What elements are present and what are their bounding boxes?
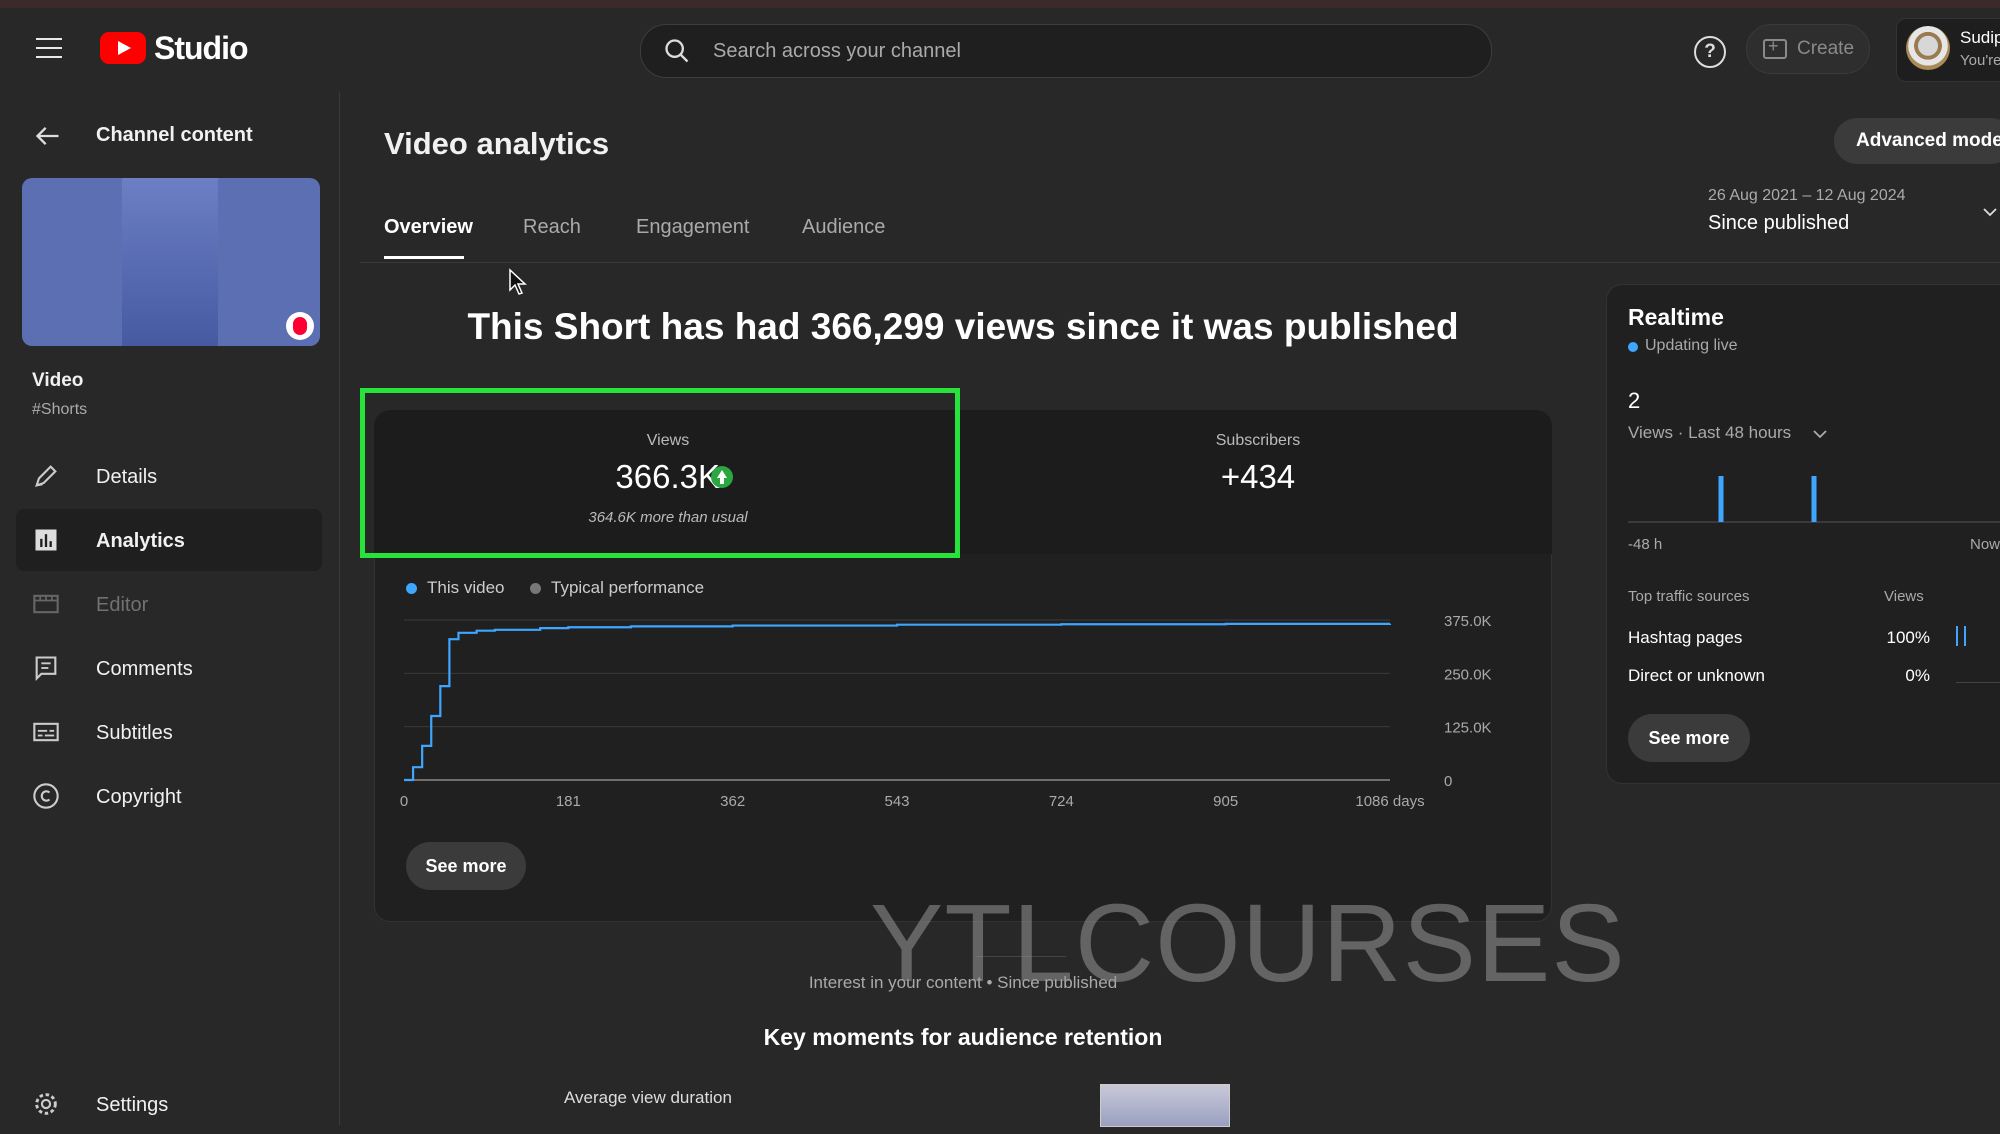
views-headline: This Short has had 366,299 views since i… [467, 306, 1459, 347]
search-icon [665, 39, 689, 63]
realtime-card [1606, 284, 2000, 784]
studio-logo[interactable]: Studio [100, 29, 249, 66]
date-range-text[interactable]: 26 Aug 2021 – 12 Aug 2024 [1708, 187, 1906, 205]
chevron-down-icon[interactable] [1982, 204, 1998, 220]
tab-overview[interactable]: Overview [384, 216, 473, 239]
sidebar-label-settings: Settings [96, 1094, 169, 1116]
x-tick-label: 362 [720, 793, 745, 810]
active-tab-indicator [384, 256, 464, 259]
average-view-duration-label: Average view duration [564, 1088, 732, 1107]
channel-content-link[interactable]: Channel content [96, 124, 253, 147]
views-line-chart: 0 125.0K 250.0K 375.0K 0 181 362 543 724 905 1086 … [400, 613, 1492, 810]
realtime-title: Realtime [1628, 304, 1724, 330]
sidebar-label-copyright: Copyright [96, 786, 182, 808]
series-line-this-video [404, 622, 1392, 782]
video-title: Video [32, 370, 84, 391]
create-label: Create [1797, 38, 1855, 59]
traffic-bar [1956, 626, 1958, 646]
date-period-select[interactable]: Since published [1708, 212, 1849, 235]
traffic-source-name: Direct or unknown [1628, 666, 1766, 685]
y-tick-label: 375.0K [1444, 613, 1492, 630]
video-tag: #Shorts [32, 401, 88, 418]
account-name: Sudip [1960, 28, 2000, 47]
account-subtitle: You're [1960, 52, 2000, 69]
tab-engagement[interactable]: Engagement [636, 216, 749, 239]
gear-icon [35, 1093, 57, 1115]
create-button[interactable]: Create [1746, 24, 1870, 74]
video-thumbnail[interactable] [22, 178, 320, 346]
pencil-icon [35, 465, 57, 487]
page-title: Video analytics [384, 126, 610, 161]
help-icon[interactable]: ? [1694, 36, 1726, 68]
sidebar-label-editor: Editor [96, 594, 149, 616]
search-input[interactable] [711, 38, 1415, 64]
views-highlight-box [360, 388, 960, 558]
traffic-sources-header: Top traffic sources [1628, 588, 1750, 605]
create-icon [1763, 36, 1787, 59]
youtube-logo-icon [100, 32, 146, 64]
x-tick-label: 905 [1213, 793, 1238, 810]
sidebar-label-subtitles: Subtitles [96, 722, 173, 744]
subscribers-value: +434 [1220, 458, 1296, 495]
analytics-icon [35, 529, 57, 551]
sidebar-item-details[interactable] [16, 445, 322, 507]
tabs-divider [360, 262, 2000, 263]
x-tick-label: 1086 days [1355, 793, 1424, 810]
x-tick-label: 724 [1049, 793, 1074, 810]
copyright-icon [33, 783, 59, 809]
see-more-button[interactable]: See more [406, 842, 526, 890]
brand-text: Studio [154, 29, 249, 66]
realtime-count: 2 [1628, 388, 1641, 413]
sidebar-label-analytics: Analytics [96, 530, 185, 552]
comments-icon [35, 656, 57, 682]
legend-dot-this-video [406, 583, 417, 594]
chevron-down-icon[interactable] [1812, 426, 1828, 442]
back-arrow-icon[interactable] [34, 122, 62, 150]
shorts-icon [286, 312, 314, 340]
retention-thumbnail [1100, 1084, 1230, 1127]
sidebar-label-details: Details [96, 466, 158, 488]
window-top-strip [0, 0, 2000, 8]
x-tick-label: 181 [556, 793, 581, 810]
realtime-see-more-button[interactable]: See more [1628, 714, 1750, 762]
search-bar[interactable] [640, 24, 1492, 78]
traffic-source-pct: 100% [1886, 628, 1930, 647]
avatar[interactable] [1906, 26, 1950, 70]
subtitles-icon [33, 722, 59, 742]
mouse-cursor-icon [509, 268, 527, 295]
realtime-axis-start: -48 h [1628, 536, 1663, 553]
x-tick-label: 0 [400, 793, 408, 810]
advanced-mode-button[interactable]: Advanced mode [1834, 118, 2000, 164]
sparkline-bar [1811, 476, 1817, 522]
sidebar-label-comments: Comments [96, 658, 193, 680]
tab-audience[interactable]: Audience [802, 216, 885, 239]
traffic-bar-empty [1956, 682, 2000, 683]
y-tick-label: 250.0K [1444, 666, 1492, 683]
tab-reach[interactable]: Reach [523, 216, 581, 239]
editor-icon [33, 594, 59, 614]
legend-typical: Typical performance [551, 578, 705, 597]
legend-dot-typical [530, 583, 541, 594]
watermark-text: YTLCOURSES [870, 882, 1626, 1005]
realtime-period-select[interactable]: Views · Last 48 hours [1628, 423, 1791, 443]
traffic-bar [1964, 626, 1966, 646]
key-moments-heading: Key moments for audience retention [763, 1024, 1163, 1050]
live-dot-icon [1628, 342, 1638, 352]
traffic-source-pct: 0% [1905, 666, 1930, 685]
traffic-source-name: Hashtag pages [1628, 628, 1743, 647]
y-tick-label: 125.0K [1444, 720, 1492, 737]
sparkline-bar [1718, 476, 1724, 522]
subscribers-label: Subscribers [1215, 432, 1301, 449]
thumbnail-image [122, 178, 218, 346]
legend-this-video: This video [427, 578, 505, 597]
sidebar-item-editor[interactable] [16, 573, 322, 635]
traffic-views-header: Views [1884, 588, 1924, 605]
menu-icon[interactable] [36, 38, 62, 58]
x-tick-label: 543 [884, 793, 909, 810]
realtime-sparkline [1628, 476, 2000, 523]
realtime-axis-end: Now [1970, 536, 2000, 553]
realtime-live-status: Updating live [1645, 337, 1738, 354]
y-tick-label: 0 [1444, 773, 1452, 790]
